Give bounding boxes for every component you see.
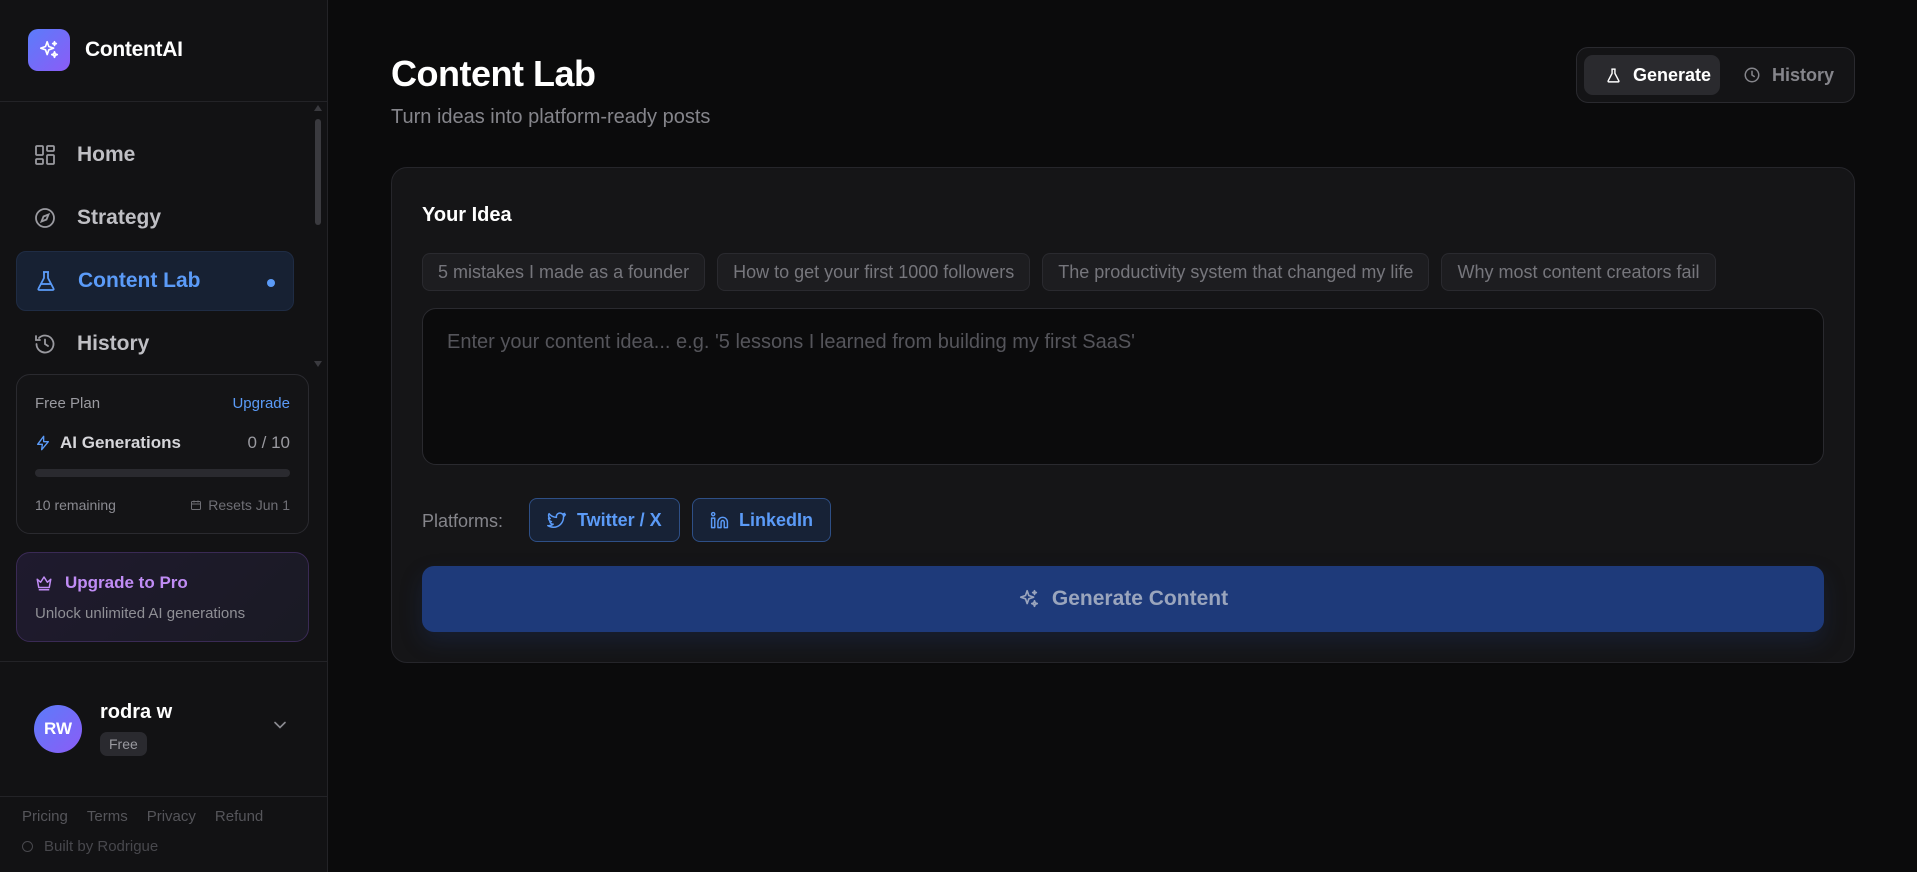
platform-twitter-toggle[interactable]: Twitter / X [529, 498, 680, 542]
usage-progress-bar [35, 469, 290, 477]
bolt-icon [35, 435, 51, 451]
idea-input-wrapper [422, 308, 1824, 465]
brand[interactable]: ContentAI [28, 29, 183, 71]
plan-label: Free Plan [35, 395, 101, 412]
idea-card: Your Idea 5 mistakes I made as a founder… [391, 167, 1855, 663]
sidebar: ContentAI Home Strategy Content Lab Hist… [0, 0, 328, 872]
platform-linkedin-toggle[interactable]: LinkedIn [692, 498, 832, 542]
footer-link-pricing[interactable]: Pricing [22, 808, 68, 825]
suggestion-chip[interactable]: The productivity system that changed my … [1042, 253, 1430, 291]
sidebar-item-home[interactable]: Home [16, 125, 294, 185]
calendar-icon [190, 499, 202, 511]
footer-link-terms[interactable]: Terms [87, 808, 128, 825]
sidebar-item-strategy[interactable]: Strategy [16, 188, 294, 248]
generate-content-button[interactable]: Generate Content [422, 566, 1824, 632]
view-toggle: Generate History [1576, 47, 1855, 103]
sidebar-item-label: Strategy [77, 206, 162, 229]
upgrade-pro-title: Upgrade to Pro [35, 573, 188, 593]
user-info: rodra w Free [100, 701, 172, 756]
sparkle-icon [1018, 588, 1040, 610]
avatar: RW [34, 704, 82, 753]
tab-history[interactable]: History [1743, 55, 1834, 95]
footer-link-privacy[interactable]: Privacy [147, 808, 196, 825]
grid-icon [32, 142, 58, 168]
sidebar-item-label: History [77, 332, 150, 355]
upgrade-pro-label: Upgrade to Pro [65, 573, 188, 592]
upgrade-link[interactable]: Upgrade [232, 395, 290, 412]
idea-input[interactable] [423, 309, 1823, 464]
brand-name: ContentAI [85, 38, 183, 61]
idea-suggestions: 5 mistakes I made as a founder How to ge… [422, 253, 1728, 291]
platform-linkedin-label: LinkedIn [739, 509, 814, 530]
tab-generate[interactable]: Generate [1584, 55, 1720, 95]
upgrade-pro-card[interactable]: Upgrade to Pro Unlock unlimited AI gener… [16, 552, 309, 642]
footer-links: Pricing Terms Privacy Refund [22, 808, 282, 825]
sidebar-item-label: Content Lab [78, 269, 201, 292]
active-indicator [267, 279, 275, 287]
suggestion-chip[interactable]: How to get your first 1000 followers [717, 253, 1031, 291]
sidebar-item-content-lab[interactable]: Content Lab [16, 251, 294, 311]
flask-icon [1605, 67, 1622, 84]
scroll-up-icon[interactable] [314, 105, 322, 111]
history-icon [32, 331, 58, 357]
page-subtitle: Turn ideas into platform-ready posts [391, 106, 711, 128]
sidebar-divider [0, 661, 328, 662]
upgrade-pro-subtitle: Unlock unlimited AI generations [35, 605, 246, 622]
tab-generate-label: Generate [1633, 64, 1712, 85]
scroll-thumb[interactable] [315, 119, 321, 225]
footer-link-refund[interactable]: Refund [215, 808, 263, 825]
generations-row: AI Generations [35, 433, 181, 453]
twitter-icon [547, 510, 567, 530]
built-by[interactable]: Built by Rodrigue [22, 838, 158, 855]
platform-twitter-label: Twitter / X [577, 509, 662, 530]
page-title: Content Lab [391, 53, 596, 94]
remaining-count: 10 remaining [35, 497, 116, 513]
chevron-down-icon[interactable] [270, 715, 290, 740]
plan-badge: Free [100, 732, 147, 756]
sidebar-nav: Home Strategy Content Lab History [16, 125, 294, 377]
scroll-down-icon[interactable] [314, 361, 322, 367]
user-menu[interactable]: RW rodra w Free [34, 701, 172, 756]
suggestion-chip[interactable]: Why most content creators fail [1441, 253, 1716, 291]
plan-card: Free Plan Upgrade AI Generations 0 / 10 … [16, 374, 309, 534]
generations-count: 0 / 10 [247, 433, 290, 452]
generations-label: AI Generations [60, 433, 181, 452]
linkedin-icon [710, 511, 729, 530]
clock-icon [1743, 66, 1761, 84]
reset-date-label: Resets Jun 1 [208, 497, 290, 513]
sidebar-item-history[interactable]: History [16, 314, 294, 374]
sidebar-divider [0, 101, 328, 102]
suggestion-chip[interactable]: 5 mistakes I made as a founder [422, 253, 706, 291]
generate-content-label: Generate Content [1051, 587, 1229, 610]
crown-icon [35, 574, 53, 592]
tab-history-label: History [1772, 64, 1835, 85]
flask-icon [33, 268, 59, 294]
platforms-label: Platforms: [422, 511, 504, 531]
idea-title: Your Idea [422, 204, 512, 226]
user-name: rodra w [100, 701, 173, 723]
built-by-label: Built by Rodrigue [44, 838, 159, 855]
sidebar-item-label: Home [77, 143, 136, 166]
reset-date: Resets Jun 1 [190, 497, 290, 513]
sidebar-divider [0, 796, 328, 797]
compass-icon [32, 205, 58, 231]
sparkle-icon [28, 29, 70, 71]
sidebar-scrollbar[interactable] [314, 105, 322, 367]
circle-icon [22, 841, 33, 852]
